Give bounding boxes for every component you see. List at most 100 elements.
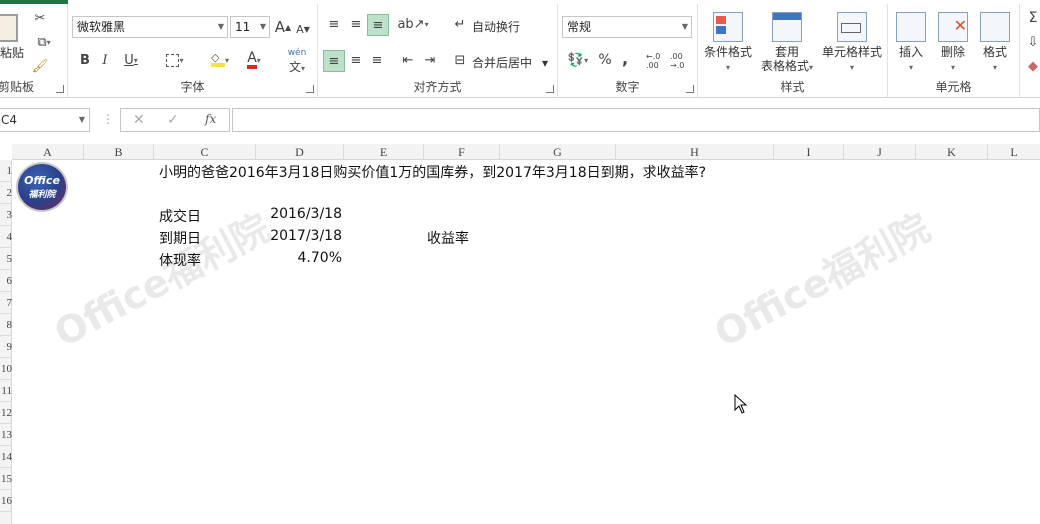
- name-box[interactable]: C4 ▼: [0, 108, 90, 132]
- cancel-icon[interactable]: ✕: [133, 112, 145, 128]
- cell-d4[interactable]: 2017/3/18: [256, 228, 342, 244]
- row-header[interactable]: 8: [0, 314, 12, 336]
- chevron-down-icon[interactable]: ▾: [542, 56, 548, 70]
- column-header[interactable]: I: [774, 144, 844, 160]
- currency-button[interactable]: 💱 ▾: [562, 50, 594, 70]
- column-header[interactable]: E: [344, 144, 424, 160]
- align-bottom-icon[interactable]: ≡: [367, 14, 389, 36]
- increase-decimal-button[interactable]: ←.0 .00: [646, 50, 668, 72]
- merge-center-button[interactable]: 合并后居中: [472, 54, 532, 71]
- column-header[interactable]: F: [424, 144, 500, 160]
- cell-d3[interactable]: 2016/3/18: [256, 206, 342, 222]
- cell-styles-button[interactable]: 单元格样式 ▾: [818, 12, 886, 75]
- row-header[interactable]: 11: [0, 380, 12, 402]
- orientation-icon[interactable]: ab↗ ▾: [397, 14, 428, 34]
- cell-c4[interactable]: 到期日: [159, 228, 201, 248]
- shrink-font-button[interactable]: A ▼: [294, 19, 312, 39]
- formula-input[interactable]: [232, 108, 1040, 132]
- column-header[interactable]: J: [844, 144, 916, 160]
- paste-button[interactable]: [0, 8, 22, 48]
- delete-button[interactable]: ✕ 删除 ▾: [934, 12, 972, 75]
- format-as-table-label-1: 套用: [774, 45, 799, 59]
- grow-font-button[interactable]: A ▲: [274, 17, 292, 37]
- copy-icon[interactable]: ⧉ ▾: [30, 32, 58, 52]
- cell-f4[interactable]: 收益率: [427, 228, 469, 248]
- row-header[interactable]: 7: [0, 292, 12, 314]
- cell-c3[interactable]: 成交日: [159, 206, 201, 226]
- row-header[interactable]: 1: [0, 160, 12, 182]
- italic-button[interactable]: I: [96, 50, 114, 70]
- chevron-down-icon[interactable]: ▼: [79, 109, 85, 131]
- phonetic-button[interactable]: wén 文▾: [280, 48, 314, 74]
- office-welfare-logo: Office 福利院: [16, 162, 68, 212]
- number-format-select[interactable]: 常规 ▼: [562, 16, 692, 38]
- format-painter-icon[interactable]: 🖌: [30, 56, 50, 76]
- row-header[interactable]: 12: [0, 402, 12, 424]
- row-header[interactable]: 6: [0, 270, 12, 292]
- align-top-icon[interactable]: ≡: [324, 14, 344, 34]
- align-center-icon[interactable]: ≡: [346, 50, 366, 70]
- column-header[interactable]: D: [256, 144, 344, 160]
- align-left-icon[interactable]: ≡: [323, 50, 345, 72]
- row-header[interactable]: 16: [0, 490, 12, 512]
- cell-c5[interactable]: 体现率: [159, 250, 201, 270]
- conditional-format-label: 条件格式: [703, 45, 752, 59]
- row-header[interactable]: 10: [0, 358, 12, 380]
- wrap-text-button[interactable]: 自动换行: [472, 18, 520, 35]
- row-header[interactable]: 15: [0, 468, 12, 490]
- underline-button[interactable]: U ▾: [118, 50, 144, 70]
- increase-indent-icon[interactable]: ⇥: [420, 50, 440, 70]
- row-header[interactable]: 4: [0, 226, 12, 248]
- align-middle-icon[interactable]: ≡: [346, 14, 366, 34]
- autosum-icon[interactable]: Σ: [1026, 10, 1040, 26]
- enter-icon[interactable]: ✓: [167, 112, 179, 128]
- column-header[interactable]: B: [84, 144, 154, 160]
- conditional-format-button[interactable]: 条件格式 ▾: [702, 12, 754, 75]
- font-name-select[interactable]: 微软雅黑 ▼: [72, 16, 228, 38]
- bold-button[interactable]: B: [76, 50, 94, 70]
- column-header[interactable]: G: [500, 144, 616, 160]
- font-color-button[interactable]: A ▾: [238, 50, 270, 70]
- comma-button[interactable]: ,: [618, 48, 632, 68]
- insert-button[interactable]: 插入 ▾: [892, 12, 930, 75]
- clipboard-launcher-icon[interactable]: [56, 85, 64, 93]
- column-header[interactable]: C: [154, 144, 256, 160]
- format-button[interactable]: 格式 ▾: [976, 12, 1014, 75]
- row-header[interactable]: 2: [0, 182, 12, 204]
- column-header[interactable]: H: [616, 144, 774, 160]
- cut-icon[interactable]: ✂: [30, 8, 50, 28]
- column-header[interactable]: K: [916, 144, 988, 160]
- delete-cells-icon: ✕: [938, 12, 968, 42]
- format-cells-icon: [980, 12, 1010, 42]
- row-header[interactable]: 9: [0, 336, 12, 358]
- fill-color-button[interactable]: ◇ ▾: [204, 50, 236, 70]
- cell-d5[interactable]: 4.70%: [256, 250, 342, 266]
- number-launcher-icon[interactable]: [686, 85, 694, 93]
- merge-center-icon[interactable]: ⊟: [452, 50, 468, 70]
- column-header[interactable]: L: [988, 144, 1040, 160]
- worksheet-grid[interactable]: Office福利院 Office福利院 小明的爸爸2016年3月18日购买价值1…: [12, 160, 1040, 524]
- decrease-decimal-button[interactable]: .00 →.0: [670, 50, 692, 72]
- row-header[interactable]: 14: [0, 446, 12, 468]
- border-icon: [166, 53, 180, 67]
- percent-icon: %: [598, 52, 612, 68]
- wrap-text-icon[interactable]: ↵: [452, 14, 468, 34]
- format-as-table-button[interactable]: 套用 表格格式▾: [756, 12, 818, 75]
- row-header[interactable]: 3: [0, 204, 12, 226]
- alignment-launcher-icon[interactable]: [546, 85, 554, 93]
- percent-button[interactable]: %: [596, 50, 614, 70]
- font-size-select[interactable]: 11 ▼: [230, 16, 270, 38]
- font-launcher-icon[interactable]: [306, 85, 314, 93]
- insert-label: 插入: [898, 45, 923, 59]
- row-header[interactable]: 13: [0, 424, 12, 446]
- fill-icon[interactable]: ⇩: [1026, 34, 1040, 50]
- row-header[interactable]: 5: [0, 248, 12, 270]
- insert-function-button[interactable]: fx: [205, 112, 216, 126]
- cell-c1[interactable]: 小明的爸爸2016年3月18日购买价值1万的国库券，到2017年3月18日到期，…: [159, 162, 706, 182]
- decrease-indent-icon[interactable]: ⇤: [398, 50, 418, 70]
- border-button[interactable]: ▾: [158, 50, 192, 70]
- align-right-icon[interactable]: ≡: [367, 50, 387, 70]
- clear-icon[interactable]: ◆: [1026, 58, 1040, 74]
- column-header[interactable]: A: [12, 144, 84, 160]
- fill-bucket-icon: ◇: [210, 52, 225, 67]
